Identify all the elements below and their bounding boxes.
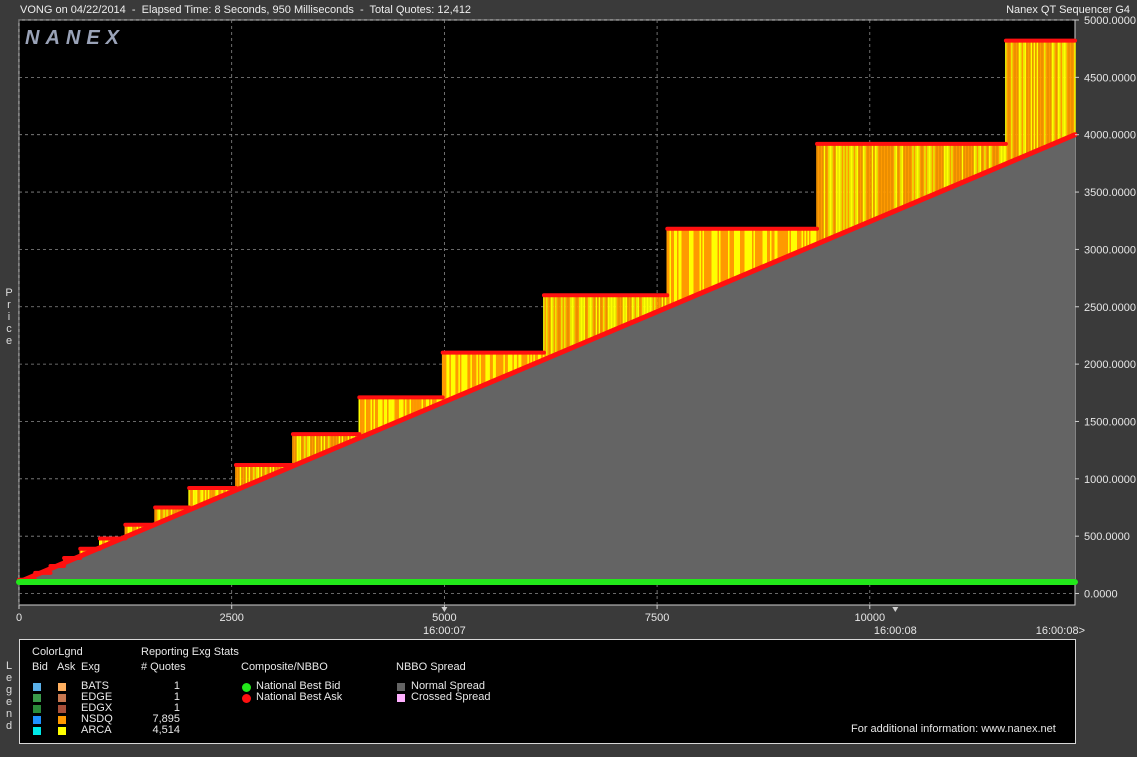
y-tick-label: 5000.0000: [1084, 15, 1136, 27]
legend-spread-header: NBBO Spread: [396, 661, 466, 673]
x-tick-label: 2500: [219, 612, 243, 624]
crossed-spread-swatch: [397, 694, 405, 702]
time-tick-marker: [892, 607, 899, 612]
time-tick-label: 16:00:07: [423, 625, 466, 637]
y-tick-label: 2500.0000: [1084, 302, 1136, 314]
y-tick-label: 500.0000: [1084, 531, 1130, 543]
x-tick-label: 0: [16, 612, 22, 624]
legend-crossed-spread-label: Crossed Spread: [411, 691, 491, 703]
legend-quotes-header: # Quotes: [141, 661, 186, 673]
time-tick-label: 16:00:08>: [1036, 625, 1085, 637]
legend-panel: ColorLgnd Bid Ask Exg Reporting Exg Stat…: [19, 639, 1076, 744]
y-tick-label: 2000.0000: [1084, 359, 1136, 371]
bid-color-swatch: [33, 727, 41, 735]
bid-color-swatch: [33, 716, 41, 724]
y-tick-label: 3500.0000: [1084, 187, 1136, 199]
exchange-quote-count: 4,514: [152, 724, 180, 736]
ask-color-swatch: [58, 694, 66, 702]
bid-color-swatch: [33, 694, 41, 702]
ask-color-swatch: [58, 705, 66, 713]
legend-reporting-header: Reporting Exg Stats: [141, 646, 239, 658]
legend-side-title: Legend: [5, 660, 13, 732]
nbb-marker-icon: [242, 683, 251, 692]
nba-marker-icon: [242, 694, 251, 703]
legend-nba-label: National Best Ask: [256, 691, 343, 703]
time-tick-label: 16:00:08: [874, 625, 917, 637]
bid-color-swatch: [33, 683, 41, 691]
y-tick-label: 4500.0000: [1084, 72, 1136, 84]
y-tick-label: 1500.0000: [1084, 416, 1136, 428]
y-tick-label: 0.0000: [1084, 589, 1118, 601]
legend-info-link[interactable]: For additional information: www.nanex.ne…: [851, 723, 1056, 735]
bid-color-swatch: [33, 705, 41, 713]
x-tick-label: 5000: [432, 612, 456, 624]
legend-ask-header: Ask: [57, 661, 76, 673]
y-tick-label: 3000.0000: [1084, 244, 1136, 256]
y-tick-label: 4000.0000: [1084, 130, 1136, 142]
legend-exg-header: Exg: [81, 661, 100, 673]
y-tick-label: 1000.0000: [1084, 474, 1136, 486]
price-chart[interactable]: NANEX 0.0000 500.0000 1000.0000 1500.0000 200…: [0, 0, 1137, 640]
x-tick-label: 10000: [854, 612, 885, 624]
nanex-watermark: NANEX: [25, 27, 125, 49]
ask-color-swatch: [58, 727, 66, 735]
x-tick-label: 7500: [645, 612, 669, 624]
legend-composite-header: Composite/NBBO: [241, 661, 328, 673]
legend-colorlgnd-header: ColorLgnd: [32, 646, 83, 658]
legend-bid-header: Bid: [32, 661, 48, 673]
ask-color-swatch: [58, 683, 66, 691]
ask-color-swatch: [58, 716, 66, 724]
exchange-name: ARCA: [81, 724, 112, 736]
normal-spread-swatch: [397, 683, 405, 691]
